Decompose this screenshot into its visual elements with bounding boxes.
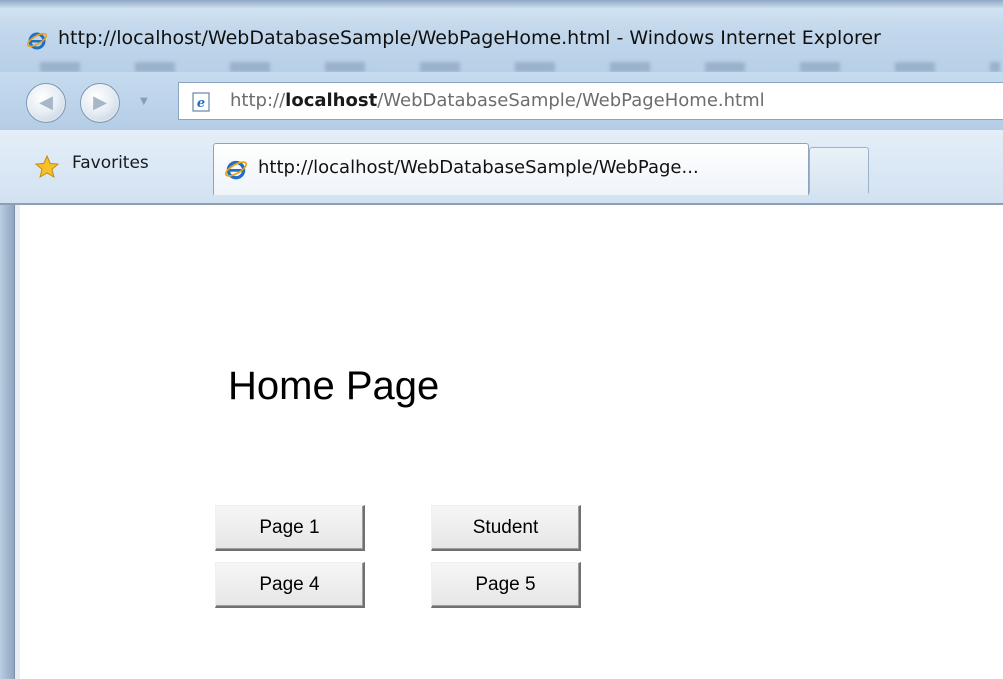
new-tab-button[interactable] (809, 147, 869, 193)
menu-bar-ghost (40, 62, 1000, 72)
forward-button[interactable]: ▶ (80, 83, 120, 123)
page-1-button[interactable]: Page 1 (215, 505, 365, 551)
tab-label: http://localhost/WebDatabaseSample/WebPa… (258, 157, 699, 178)
student-button[interactable]: Student (431, 505, 581, 551)
page-icon: e (192, 92, 210, 112)
recent-pages-dropdown-icon[interactable]: ▼ (140, 96, 148, 107)
title-bar-top-edge (0, 0, 1003, 8)
window-left-border (0, 205, 14, 679)
back-button[interactable]: ◀ (26, 83, 66, 123)
page-4-button[interactable]: Page 4 (215, 562, 365, 608)
ie-logo-icon (26, 32, 48, 50)
address-url[interactable]: http://localhost/WebDatabaseSample/WebPa… (230, 90, 765, 111)
svg-text:e: e (197, 96, 205, 111)
ie-logo-icon (224, 160, 248, 180)
favorites-star-icon (34, 154, 60, 179)
favorites-label: Favorites (72, 153, 149, 173)
back-arrow-icon: ◀ (39, 92, 53, 113)
page-5-button[interactable]: Page 5 (431, 562, 581, 608)
url-host: localhost (285, 90, 378, 111)
forward-arrow-icon: ▶ (93, 92, 107, 113)
page-heading: Home Page (228, 364, 440, 408)
window-title: http://localhost/WebDatabaseSample/WebPa… (58, 27, 881, 49)
content-left-edge (14, 205, 20, 679)
url-path: /WebDatabaseSample/WebPageHome.html (377, 90, 765, 111)
url-prefix: http:// (230, 90, 286, 111)
